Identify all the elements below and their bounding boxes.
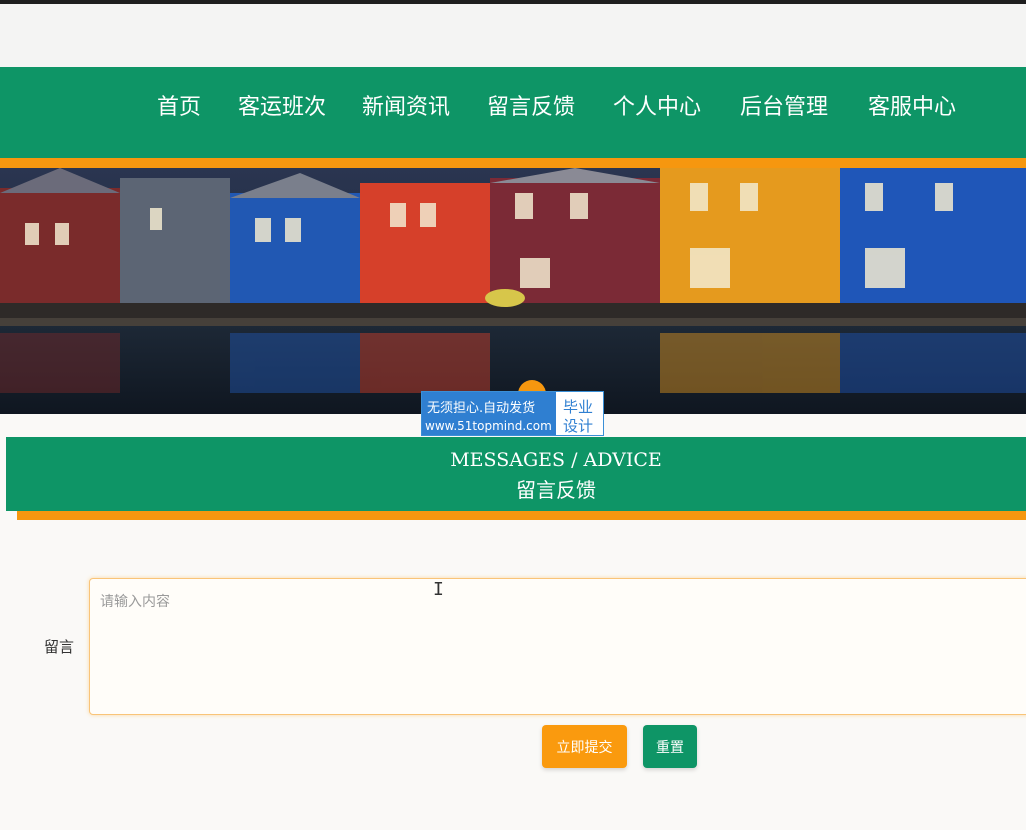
section-title: MESSAGES / ADVICE 留言反馈 [6, 437, 1026, 511]
watermark-slogan: 无须担心.自动发货 [427, 401, 536, 416]
nav-item-home[interactable]: 首页 [157, 93, 201, 123]
message-input[interactable] [89, 578, 1026, 715]
watermark-tag-2: 设计 [563, 417, 594, 435]
nav-item-profile[interactable]: 个人中心 [613, 93, 701, 123]
submit-button[interactable]: 立即提交 [542, 725, 627, 768]
nav-item-schedules[interactable]: 客运班次 [238, 93, 326, 123]
watermark-badge: 无须担心.自动发货 www.51topmind.com 毕业 设计 [421, 391, 604, 436]
nav-underline [0, 158, 1026, 168]
watermark-url: www.51topmind.com [425, 419, 552, 433]
message-label: 留言 [44, 638, 75, 656]
text-cursor-icon: I [433, 579, 444, 600]
section-title-en: MESSAGES / ADVICE [450, 449, 662, 471]
section-title-cn: 留言反馈 [516, 478, 596, 502]
nav-item-news[interactable]: 新闻资讯 [362, 93, 450, 123]
nav-item-support[interactable]: 客服中心 [868, 93, 956, 123]
watermark-tag-1: 毕业 [563, 398, 594, 416]
nav-item-admin[interactable]: 后台管理 [740, 93, 828, 123]
nav-item-feedback[interactable]: 留言反馈 [487, 93, 575, 123]
hero-banner-image [0, 168, 1026, 414]
reset-button[interactable]: 重置 [643, 725, 697, 768]
top-band [0, 4, 1026, 67]
